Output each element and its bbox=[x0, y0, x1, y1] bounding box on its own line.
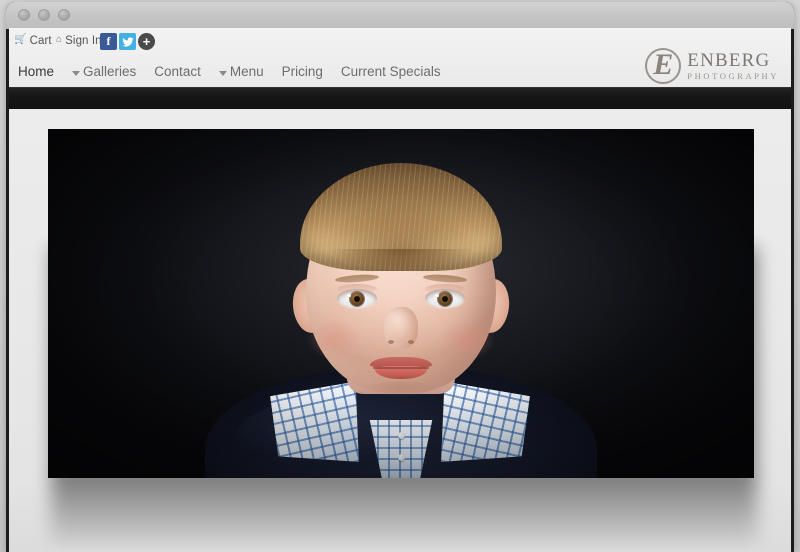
twitter-icon[interactable] bbox=[119, 33, 136, 50]
sign-in-label: Sign In bbox=[65, 35, 102, 47]
page-viewport: 🛒 Cart ⌂ Sign In f + Home Galleries Cont… bbox=[9, 28, 791, 552]
browser-window: 🛒 Cart ⌂ Sign In f + Home Galleries Cont… bbox=[6, 2, 794, 552]
facebook-icon[interactable]: f bbox=[100, 33, 117, 50]
facebook-glyph: f bbox=[106, 34, 111, 48]
nav-item-current-specials[interactable]: Current Specials bbox=[332, 57, 450, 87]
nav-label-home: Home bbox=[18, 64, 55, 79]
nav-label-current-specials: Current Specials bbox=[340, 64, 441, 79]
window-minimize-button[interactable] bbox=[38, 9, 50, 21]
logo-text: ENBERG PHOTOGRAPHY bbox=[687, 51, 779, 82]
nav-label-contact: Contact bbox=[154, 64, 201, 79]
site-header: 🛒 Cart ⌂ Sign In f + Home Galleries Cont… bbox=[9, 28, 791, 87]
enberg-emblem-icon: E bbox=[645, 48, 682, 84]
logo-subtitle: PHOTOGRAPHY bbox=[687, 70, 779, 81]
nav-item-galleries[interactable]: Galleries bbox=[63, 57, 145, 87]
share-plus-glyph: + bbox=[142, 34, 151, 49]
nav-item-menu[interactable]: Menu bbox=[210, 57, 273, 87]
nav-item-home[interactable]: Home bbox=[9, 57, 63, 87]
logo-name: ENBERG bbox=[687, 49, 771, 71]
share-plus-icon[interactable]: + bbox=[138, 33, 155, 50]
chevron-down-icon bbox=[72, 70, 81, 76]
user-home-icon: ⌂ bbox=[56, 34, 63, 45]
chevron-down-icon bbox=[218, 70, 227, 76]
nav-label-pricing: Pricing bbox=[281, 64, 323, 79]
header-divider-band bbox=[9, 87, 791, 109]
logo-mark-letter: E bbox=[653, 48, 674, 81]
nav-item-contact[interactable]: Contact bbox=[145, 57, 210, 87]
desktop-background: 🛒 Cart ⌂ Sign In f + Home Galleries Cont… bbox=[0, 0, 800, 552]
window-titlebar bbox=[6, 2, 794, 29]
nav-label-menu: Menu bbox=[229, 64, 264, 79]
window-close-button[interactable] bbox=[18, 9, 30, 21]
cart-label: Cart bbox=[29, 35, 52, 47]
portrait-vignette bbox=[48, 129, 754, 478]
hero-portrait-photo[interactable] bbox=[48, 129, 754, 478]
nav-label-galleries: Galleries bbox=[83, 64, 137, 79]
shopping-cart-icon: 🛒 bbox=[14, 34, 27, 45]
cart-link[interactable]: 🛒 Cart bbox=[14, 34, 52, 48]
window-maximize-button[interactable] bbox=[58, 9, 70, 21]
page-body bbox=[9, 109, 791, 552]
nav-item-pricing[interactable]: Pricing bbox=[273, 57, 332, 87]
sign-in-link[interactable]: ⌂ Sign In bbox=[56, 34, 102, 48]
site-logo[interactable]: E ENBERG PHOTOGRAPHY bbox=[645, 48, 779, 84]
